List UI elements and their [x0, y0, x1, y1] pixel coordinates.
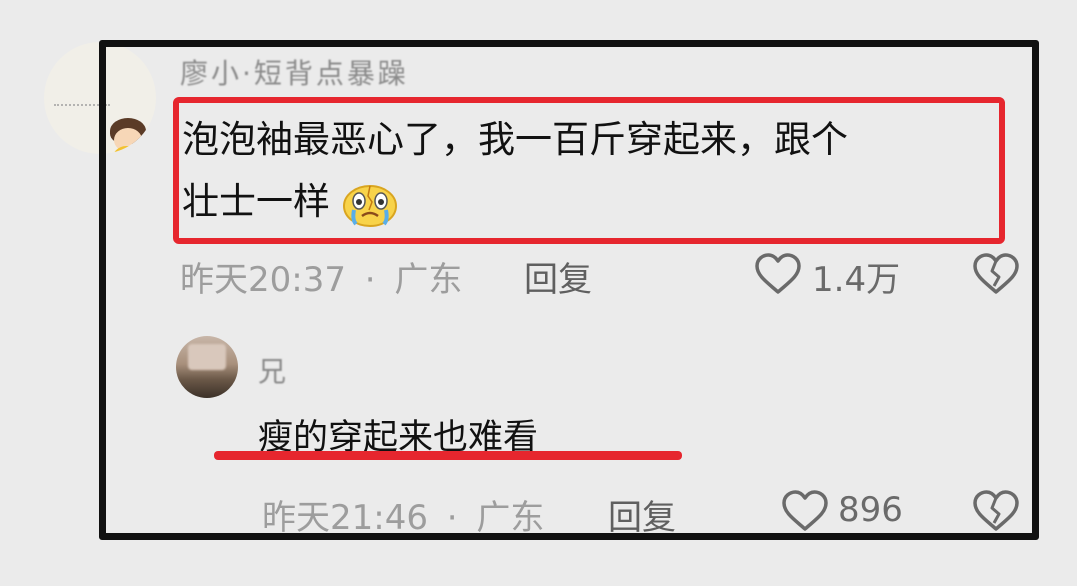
meta-separator: ·	[446, 498, 458, 538]
reply-button[interactable]: 回复	[608, 490, 676, 539]
highlight-underline	[214, 451, 682, 460]
avatar-scribble	[54, 104, 110, 126]
comment-time: 昨天20:37	[180, 260, 346, 300]
comment-text-line2: 壮士一样	[182, 174, 398, 230]
heart-icon[interactable]	[781, 490, 829, 532]
broken-heart-icon[interactable]	[972, 490, 1020, 532]
comment-location: 广东	[394, 260, 463, 300]
comment-location: 广东	[476, 498, 545, 538]
like-count: 1.4万	[812, 260, 901, 300]
avatar-body	[112, 146, 152, 154]
crying-face-emoji	[342, 184, 397, 227]
heart-icon[interactable]	[754, 253, 802, 295]
comment-time: 昨天21:46	[262, 498, 428, 538]
avatar[interactable]	[176, 336, 238, 398]
comment-text-line2-text: 壮士一样	[182, 180, 330, 223]
like-count: 896	[838, 490, 903, 530]
username[interactable]: 兄	[258, 350, 289, 390]
comment-meta: 昨天20:37 · 广东	[180, 252, 462, 301]
comment-text-line1: 泡泡袖最恶心了，我一百斤穿起来，跟个	[182, 118, 848, 161]
username[interactable]: 廖小·短背点暴躁	[180, 52, 409, 92]
reply-button[interactable]: 回复	[524, 252, 592, 301]
broken-heart-icon[interactable]	[972, 253, 1020, 295]
comment-meta: 昨天21:46 · 广东	[262, 490, 544, 539]
avatar-blur	[188, 344, 226, 370]
avatar[interactable]	[44, 42, 156, 154]
meta-separator: ·	[364, 260, 376, 300]
